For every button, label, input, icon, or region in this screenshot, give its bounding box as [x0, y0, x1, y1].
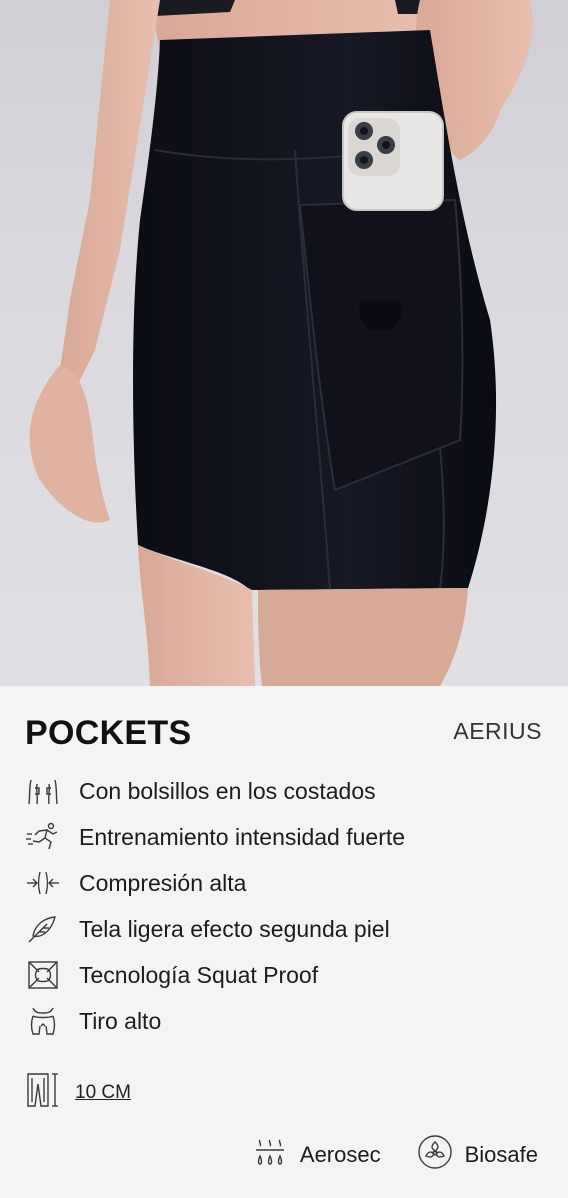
side-pockets-icon — [25, 774, 65, 808]
biosafe-label: Biosafe — [464, 1141, 538, 1167]
feature-item: Con bolsillos en los costados — [25, 768, 545, 814]
biosafe-icon — [417, 1134, 453, 1175]
size-length-link[interactable]: 10 CM — [75, 1082, 131, 1104]
technology-badges: Aerosec Biosafe — [216, 1134, 538, 1175]
inseam-length-icon — [25, 1070, 61, 1115]
feather-icon — [25, 912, 65, 946]
feature-label: Tela ligera efecto segunda piel — [79, 915, 390, 942]
feature-item: Entrenamiento intensidad fuerte — [25, 814, 545, 860]
aerosec-icon — [252, 1134, 288, 1175]
feature-label: Compresión alta — [79, 869, 247, 896]
feature-label: Con bolsillos en los costados — [79, 777, 376, 804]
squat-proof-icon — [25, 958, 65, 992]
size-length-row: 10 CM — [25, 1070, 131, 1115]
feature-label: Entrenamiento intensidad fuerte — [79, 823, 406, 850]
feature-label: Tiro alto — [79, 1007, 162, 1034]
product-title: POCKETS — [25, 714, 192, 752]
product-info-panel: POCKETS AERIUS Con bolsillos en los cost… — [0, 686, 568, 1198]
feature-list: Con bolsillos en los costados Entrenamie… — [25, 768, 545, 1044]
high-waist-icon — [25, 1004, 65, 1038]
feature-label: Tecnología Squat Proof — [79, 961, 319, 988]
aerosec-badge: Aerosec — [252, 1134, 381, 1175]
feature-item: Tiro alto — [25, 998, 545, 1044]
feature-item: Tecnología Squat Proof — [25, 952, 545, 998]
biosafe-badge: Biosafe — [417, 1134, 538, 1175]
feature-item: Tela ligera efecto segunda piel — [25, 906, 545, 952]
running-person-icon — [25, 820, 65, 854]
feature-item: Compresión alta — [25, 860, 545, 906]
aerosec-label: Aerosec — [299, 1141, 381, 1167]
product-brand: AERIUS — [453, 718, 542, 744]
product-photo — [0, 0, 568, 686]
compression-arrows-icon — [25, 866, 65, 900]
